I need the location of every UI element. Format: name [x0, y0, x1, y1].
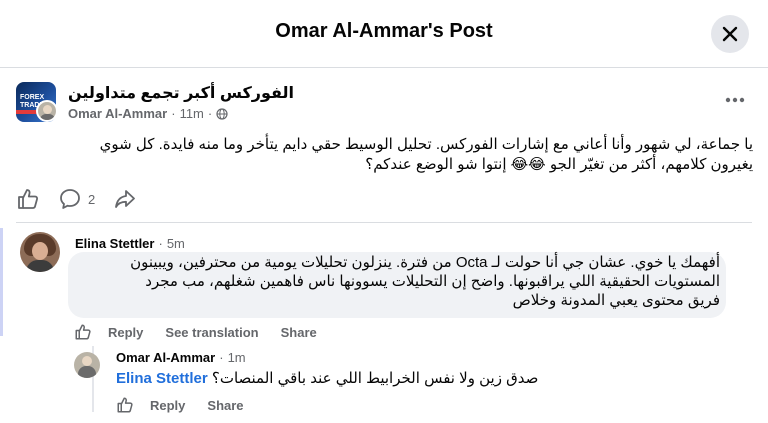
highlight-accent — [0, 228, 3, 336]
dialog-header: Omar Al-Ammar's Post — [0, 0, 768, 68]
more-options-button[interactable] — [722, 90, 748, 110]
comment-avatar[interactable] — [20, 232, 60, 272]
like-icon — [18, 189, 39, 209]
reply-header: Omar Al-Ammar · 1m — [116, 350, 246, 365]
comment-text-line-3: فريق محتوى يعبي المدونة وخلاص — [512, 292, 720, 309]
reply-mention[interactable]: Elina Stettler — [116, 370, 208, 387]
author-avatar[interactable] — [36, 100, 58, 122]
see-translation-button[interactable]: See translation — [165, 325, 258, 340]
post-author[interactable]: Omar Al-Ammar — [68, 106, 167, 121]
comment-button[interactable]: 2 — [58, 187, 95, 211]
comment-text-line-1: أفهمك يا خوي. عشان جي أنا حولت لـ Octa م… — [130, 254, 720, 271]
comment-text-line-2: المستويات الحقيقية اللي يراقبونها. واضح … — [145, 273, 720, 290]
comment-share-button[interactable]: Share — [281, 325, 317, 340]
avatar-face — [82, 356, 92, 366]
comment-like-button[interactable] — [74, 323, 92, 341]
reply-actions: Reply Share — [116, 395, 266, 415]
reply-separator: · — [219, 350, 224, 365]
comments-divider — [16, 222, 752, 223]
comment-icon — [60, 189, 80, 209]
group-name[interactable]: الفوركس أكبر تجمع متداولين — [68, 83, 294, 103]
comment-author[interactable]: Elina Stettler — [75, 236, 154, 251]
reply-like-button[interactable] — [116, 396, 134, 414]
comment-actions: Reply See translation Share — [74, 322, 339, 342]
meta-separator: · — [171, 106, 176, 121]
like-icon — [75, 324, 91, 340]
comment-count[interactable]: 2 — [88, 192, 95, 207]
comment-header: Elina Stettler · 5m — [75, 236, 185, 251]
avatar-face — [32, 242, 48, 260]
post-meta: Omar Al-Ammar · 11m · — [68, 106, 228, 121]
post-body-line-2: يغيرون كلامهم، أكثر من تغيّر الجو 😂😂 إنت… — [365, 156, 753, 173]
more-horizontal-icon — [725, 97, 745, 103]
close-button[interactable] — [711, 15, 749, 53]
comment-time[interactable]: 5m — [167, 236, 185, 251]
comment-reply-button[interactable]: Reply — [108, 325, 143, 340]
author-avatar-face — [43, 105, 52, 114]
close-icon — [722, 26, 738, 42]
comment-separator: · — [158, 236, 163, 251]
comment-text: أفهمك يا خوي. عشان جي أنا حولت لـ Octa م… — [70, 253, 720, 310]
globe-icon — [216, 107, 228, 120]
like-button[interactable] — [16, 187, 40, 211]
author-avatar-body — [40, 114, 55, 120]
post-time[interactable]: 11m — [180, 106, 204, 121]
reply-text: Elina Stettler صدق زين ولا نفس الخرابيط … — [116, 369, 538, 389]
like-icon — [117, 397, 133, 413]
dialog-title: Omar Al-Ammar's Post — [275, 20, 493, 42]
meta-separator-2: · — [207, 106, 213, 121]
avatar-body — [26, 260, 54, 272]
avatar-body — [78, 366, 96, 378]
reply-share-button[interactable]: Share — [207, 398, 243, 413]
post-actions: 2 — [16, 185, 155, 213]
post-body-line-1: يا جماعة، لي شهور وأنا أعاني مع إشارات ا… — [99, 136, 753, 153]
share-icon — [115, 190, 136, 208]
post-body: يا جماعة، لي شهور وأنا أعاني مع إشارات ا… — [16, 135, 753, 175]
reply-author[interactable]: Omar Al-Ammar — [116, 350, 215, 365]
reply-time[interactable]: 1m — [228, 350, 246, 365]
reply-avatar[interactable] — [74, 352, 100, 378]
share-button[interactable] — [113, 187, 137, 211]
reply-reply-button[interactable]: Reply — [150, 398, 185, 413]
reply-message: صدق زين ولا نفس الخرابيط اللي عند باقي ا… — [211, 370, 539, 387]
